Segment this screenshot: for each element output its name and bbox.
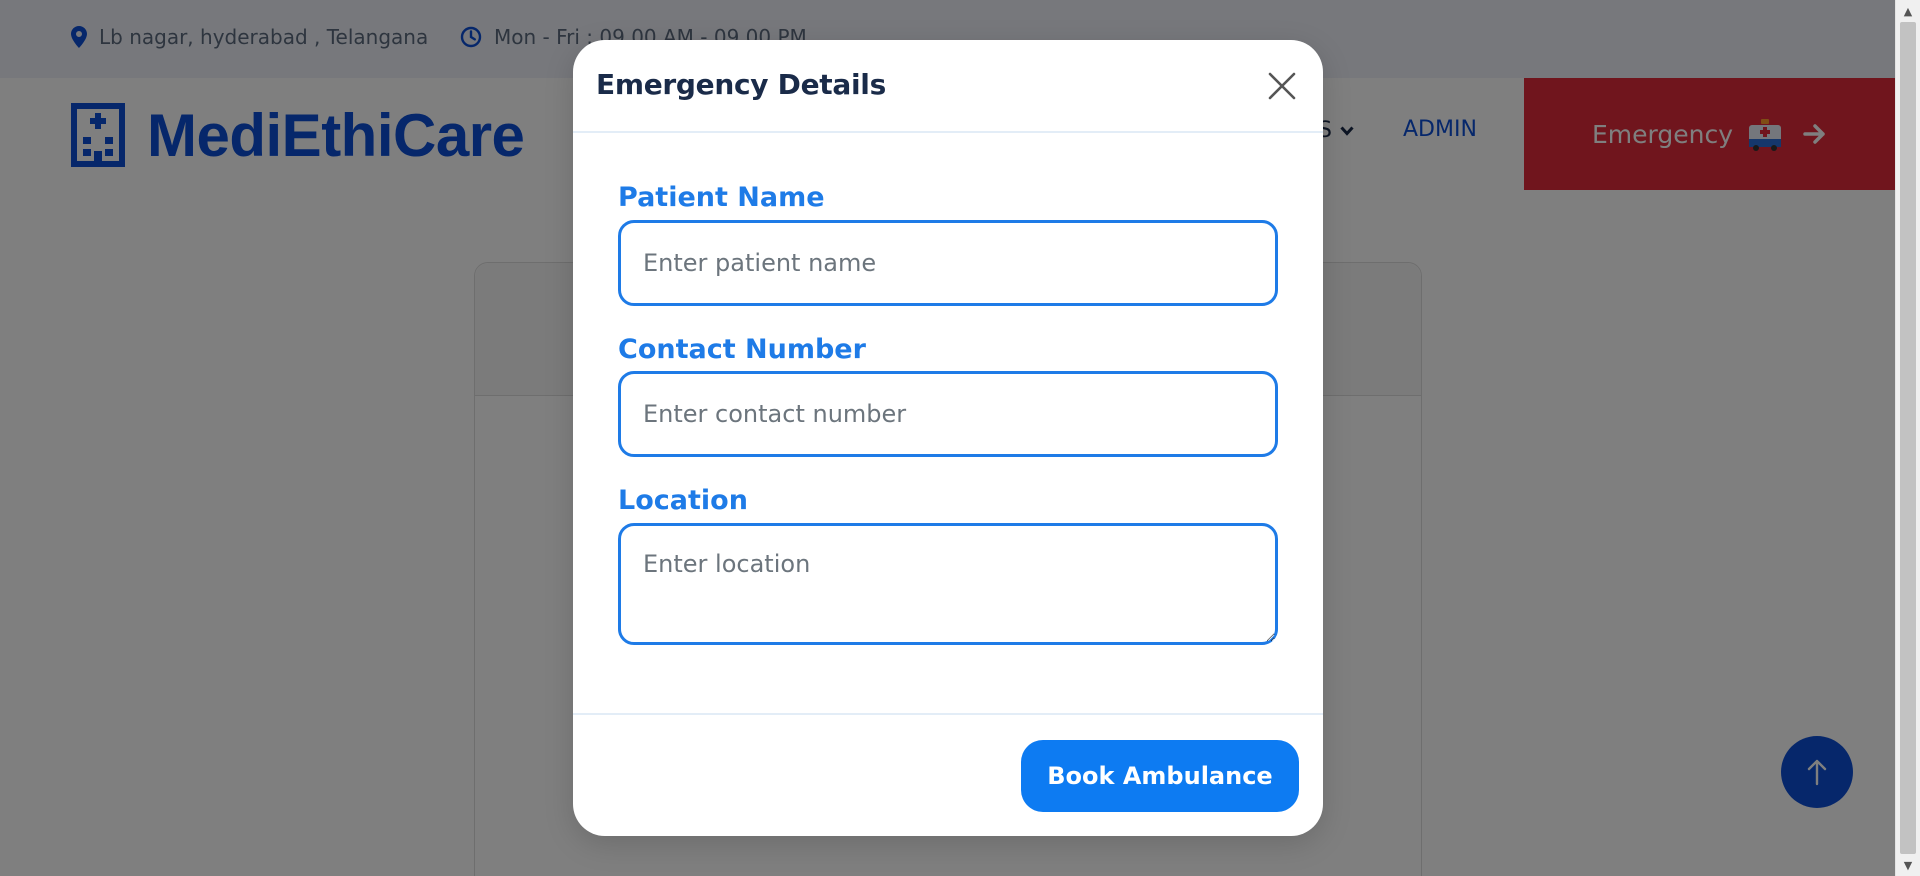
contact-number-input[interactable] [618, 371, 1278, 457]
location-textarea[interactable] [618, 523, 1278, 645]
book-ambulance-button[interactable]: Book Ambulance [1021, 740, 1299, 812]
patient-name-label: Patient Name [618, 182, 825, 213]
scroll-down-arrow[interactable]: ▼ [1896, 854, 1920, 876]
close-button[interactable] [1266, 70, 1298, 102]
location-label: Location [618, 485, 748, 516]
scrollbar-thumb[interactable] [1900, 22, 1916, 854]
modal-header: Emergency Details [573, 40, 1323, 133]
emergency-details-modal: Emergency Details Patient Name Contact N… [573, 40, 1323, 836]
patient-name-input[interactable] [618, 220, 1278, 306]
contact-number-label: Contact Number [618, 334, 866, 365]
scroll-up-arrow[interactable]: ▲ [1896, 0, 1920, 22]
page-scrollbar[interactable]: ▲ ▼ [1895, 0, 1920, 876]
modal-footer-divider [573, 713, 1323, 715]
close-icon [1268, 72, 1296, 100]
modal-title: Emergency Details [596, 68, 886, 101]
